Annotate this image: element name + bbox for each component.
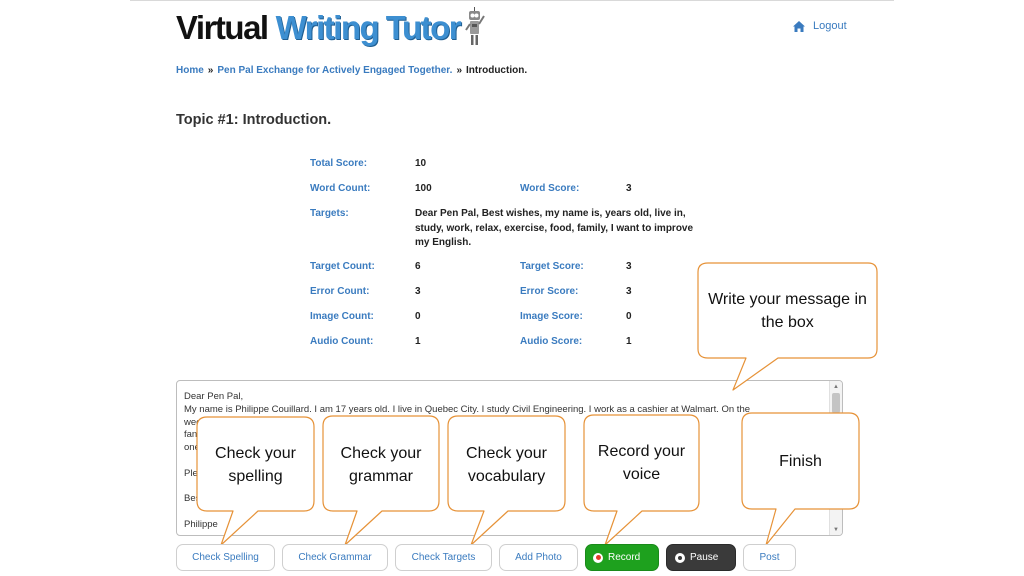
audio-score-label: Audio Score: xyxy=(520,336,583,347)
logout-label: Logout xyxy=(813,20,847,32)
scroll-thumb[interactable] xyxy=(832,393,840,413)
check-spelling-button[interactable]: Check Spelling xyxy=(176,544,275,571)
page-title: Topic #1: Introduction. xyxy=(176,112,332,128)
message-line: fan r a to at I c sity one da xyxy=(184,429,827,454)
breadcrumb-separator: » xyxy=(456,65,462,76)
add-photo-button[interactable]: Add Photo xyxy=(499,544,578,571)
word-count-label: Word Count: xyxy=(310,183,371,194)
message-line: Dear Pen Pal, xyxy=(184,391,244,402)
image-count-value: 0 xyxy=(415,311,421,322)
image-score-value: 0 xyxy=(626,311,632,322)
message-line: Philippe xyxy=(184,518,218,530)
error-count-label: Error Count: xyxy=(310,286,370,297)
image-score-label: Image Score: xyxy=(520,311,583,322)
message-line: My name is Philippe Couillard. I am 17 y… xyxy=(184,403,751,415)
message-textarea[interactable]: Dear Pen Pal, My name is Philippe Couill… xyxy=(176,380,843,536)
record-button[interactable]: Record xyxy=(585,544,659,571)
audio-count-label: Audio Count: xyxy=(310,336,374,347)
error-score-label: Error Score: xyxy=(520,286,579,297)
breadcrumb-group[interactable]: Pen Pal Exchange for Actively Engaged To… xyxy=(217,65,452,76)
logo-virtual-text: Virtual xyxy=(176,9,269,46)
word-score-value: 3 xyxy=(626,183,632,194)
scroll-down-arrow-icon[interactable]: ▼ xyxy=(830,524,842,535)
target-score-label: Target Score: xyxy=(520,261,584,272)
audio-score-value: 1 xyxy=(626,336,632,347)
target-count-value: 6 xyxy=(415,261,421,272)
logo-writing-tutor-text: Writing Tutor xyxy=(275,9,462,46)
robot-icon xyxy=(465,7,486,45)
site-logo[interactable]: Virtual Writing Tutor xyxy=(176,4,487,48)
message-scrollbar[interactable]: ▲ ▼ xyxy=(829,381,842,535)
message-line: Bes xyxy=(184,493,201,505)
callout-write-message-shape xyxy=(697,262,878,391)
page: Virtual Writing Tutor Logout Home » Pen … xyxy=(0,0,1024,576)
pause-icon xyxy=(675,552,685,563)
total-score-label: Total Score: xyxy=(310,158,368,169)
callout-write-message: Write your message in the box xyxy=(708,291,867,331)
breadcrumb-home[interactable]: Home xyxy=(176,65,204,76)
breadcrumb-current: Introduction. xyxy=(466,65,528,76)
logout-link[interactable]: Logout xyxy=(793,20,847,32)
targets-label: Targets: xyxy=(310,208,349,219)
check-grammar-button[interactable]: Check Grammar xyxy=(282,544,388,571)
word-score-label: Word Score: xyxy=(520,183,580,194)
message-line: Ple f. xyxy=(184,467,343,479)
image-count-label: Image Count: xyxy=(310,311,374,322)
post-button[interactable]: Post xyxy=(743,544,796,571)
record-icon xyxy=(593,552,603,563)
target-count-label: Target Count: xyxy=(310,261,375,272)
word-count-value: 100 xyxy=(415,183,432,194)
message-text: Dear Pen Pal, My name is Philippe Couill… xyxy=(184,391,824,532)
record-label: Record xyxy=(608,552,641,563)
targets-value: Dear Pen Pal, Best wishes, my name is, y… xyxy=(415,208,694,248)
pause-button[interactable]: Pause xyxy=(666,544,736,571)
top-divider xyxy=(130,0,894,1)
error-score-value: 3 xyxy=(626,286,632,297)
home-icon xyxy=(793,20,805,32)
check-targets-button[interactable]: Check Targets xyxy=(395,544,492,571)
target-score-value: 3 xyxy=(626,261,632,272)
total-score-value: 10 xyxy=(415,158,427,169)
error-count-value: 3 xyxy=(415,286,421,297)
breadcrumb-separator: » xyxy=(207,65,214,76)
pause-label: Pause xyxy=(690,552,719,563)
audio-count-value: 1 xyxy=(415,336,421,347)
breadcrumb: Home » Pen Pal Exchange for Actively Eng… xyxy=(176,65,527,76)
message-line: wee me y c exerc here are 4 xyxy=(184,416,798,428)
scroll-up-arrow-icon[interactable]: ▲ xyxy=(830,381,842,392)
